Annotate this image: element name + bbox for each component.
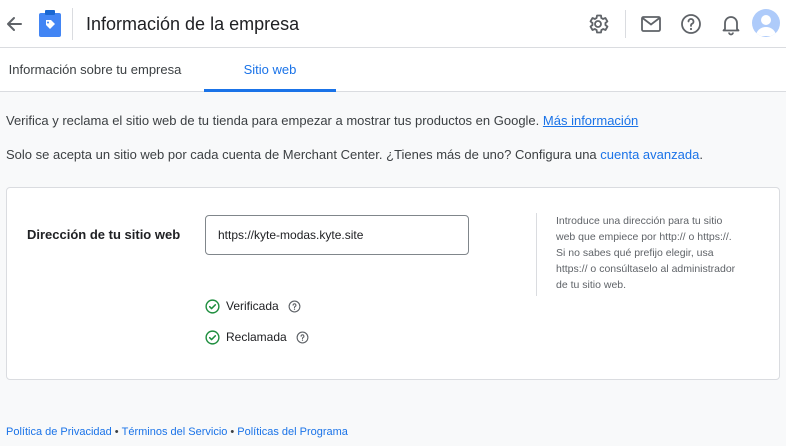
- intro-line-end: .: [699, 147, 703, 162]
- check-circle-icon: [205, 329, 220, 345]
- help-icon[interactable]: [296, 331, 309, 344]
- help-line: de tu sitio web.: [556, 279, 627, 291]
- footer-separator: •: [230, 426, 235, 438]
- help-line: Si no sabes qué prefijo elegir, usa: [556, 247, 714, 259]
- intro-text-verify: Verifica y reclama el sitio web de tu ti…: [6, 113, 540, 128]
- toolbar-divider: [625, 10, 626, 38]
- status-claimed-label: Reclamada: [226, 330, 287, 344]
- website-card: Dirección de tu sitio web Introduce una …: [6, 187, 780, 380]
- footer-links: Política de Privacidad • Términos del Serv…: [6, 426, 348, 438]
- header-divider: [72, 8, 73, 40]
- tab-website[interactable]: Sitio web: [204, 48, 336, 92]
- help-line: web que empiece por http:// o https://.: [556, 231, 732, 243]
- mail-icon[interactable]: [639, 12, 663, 36]
- intro-line-single-site: Solo se acepta un sitio web por cada cue…: [6, 147, 703, 162]
- back-arrow-icon[interactable]: [4, 12, 24, 36]
- advanced-account-link[interactable]: cuenta avanzada: [600, 147, 699, 162]
- status-claimed: Reclamada: [205, 328, 309, 346]
- intro-text-single-site: Solo se acepta un sitio web por cada cue…: [6, 147, 597, 162]
- merchant-center-logo: [39, 10, 61, 37]
- user-avatar-icon: [756, 15, 776, 36]
- tab-bar: Información sobre tu empresa Sitio web: [0, 48, 786, 92]
- page-title: Información de la empresa: [86, 14, 300, 34]
- intro-line-verify: Verifica y reclama el sitio web de tu ti…: [6, 113, 638, 128]
- status-verified: Verificada: [205, 297, 301, 315]
- website-help-text: Introduce una dirección para tu sitio we…: [536, 213, 758, 296]
- help-line: Introduce una dirección para tu sitio: [556, 215, 723, 227]
- help-icon[interactable]: [679, 12, 703, 36]
- gear-icon[interactable]: [586, 12, 610, 36]
- website-url-input[interactable]: [205, 215, 469, 255]
- check-circle-icon: [205, 298, 220, 314]
- privacy-policy-link[interactable]: Política de Privacidad: [6, 426, 112, 438]
- footer-separator: •: [114, 426, 119, 438]
- more-info-link[interactable]: Más información: [543, 113, 638, 128]
- terms-of-service-link[interactable]: Términos del Servicio: [122, 426, 228, 438]
- top-app-bar: Información de la empresa: [0, 0, 786, 48]
- status-verified-label: Verificada: [226, 299, 279, 313]
- tab-business-info[interactable]: Información sobre tu empresa: [0, 48, 190, 92]
- program-policies-link[interactable]: Políticas del Programa: [237, 426, 348, 438]
- help-line: https:// o consúltaselo al administrador: [556, 263, 736, 275]
- avatar[interactable]: [752, 9, 780, 37]
- bell-icon[interactable]: [719, 12, 743, 36]
- website-address-label: Dirección de tu sitio web: [27, 227, 181, 242]
- help-icon[interactable]: [288, 300, 301, 313]
